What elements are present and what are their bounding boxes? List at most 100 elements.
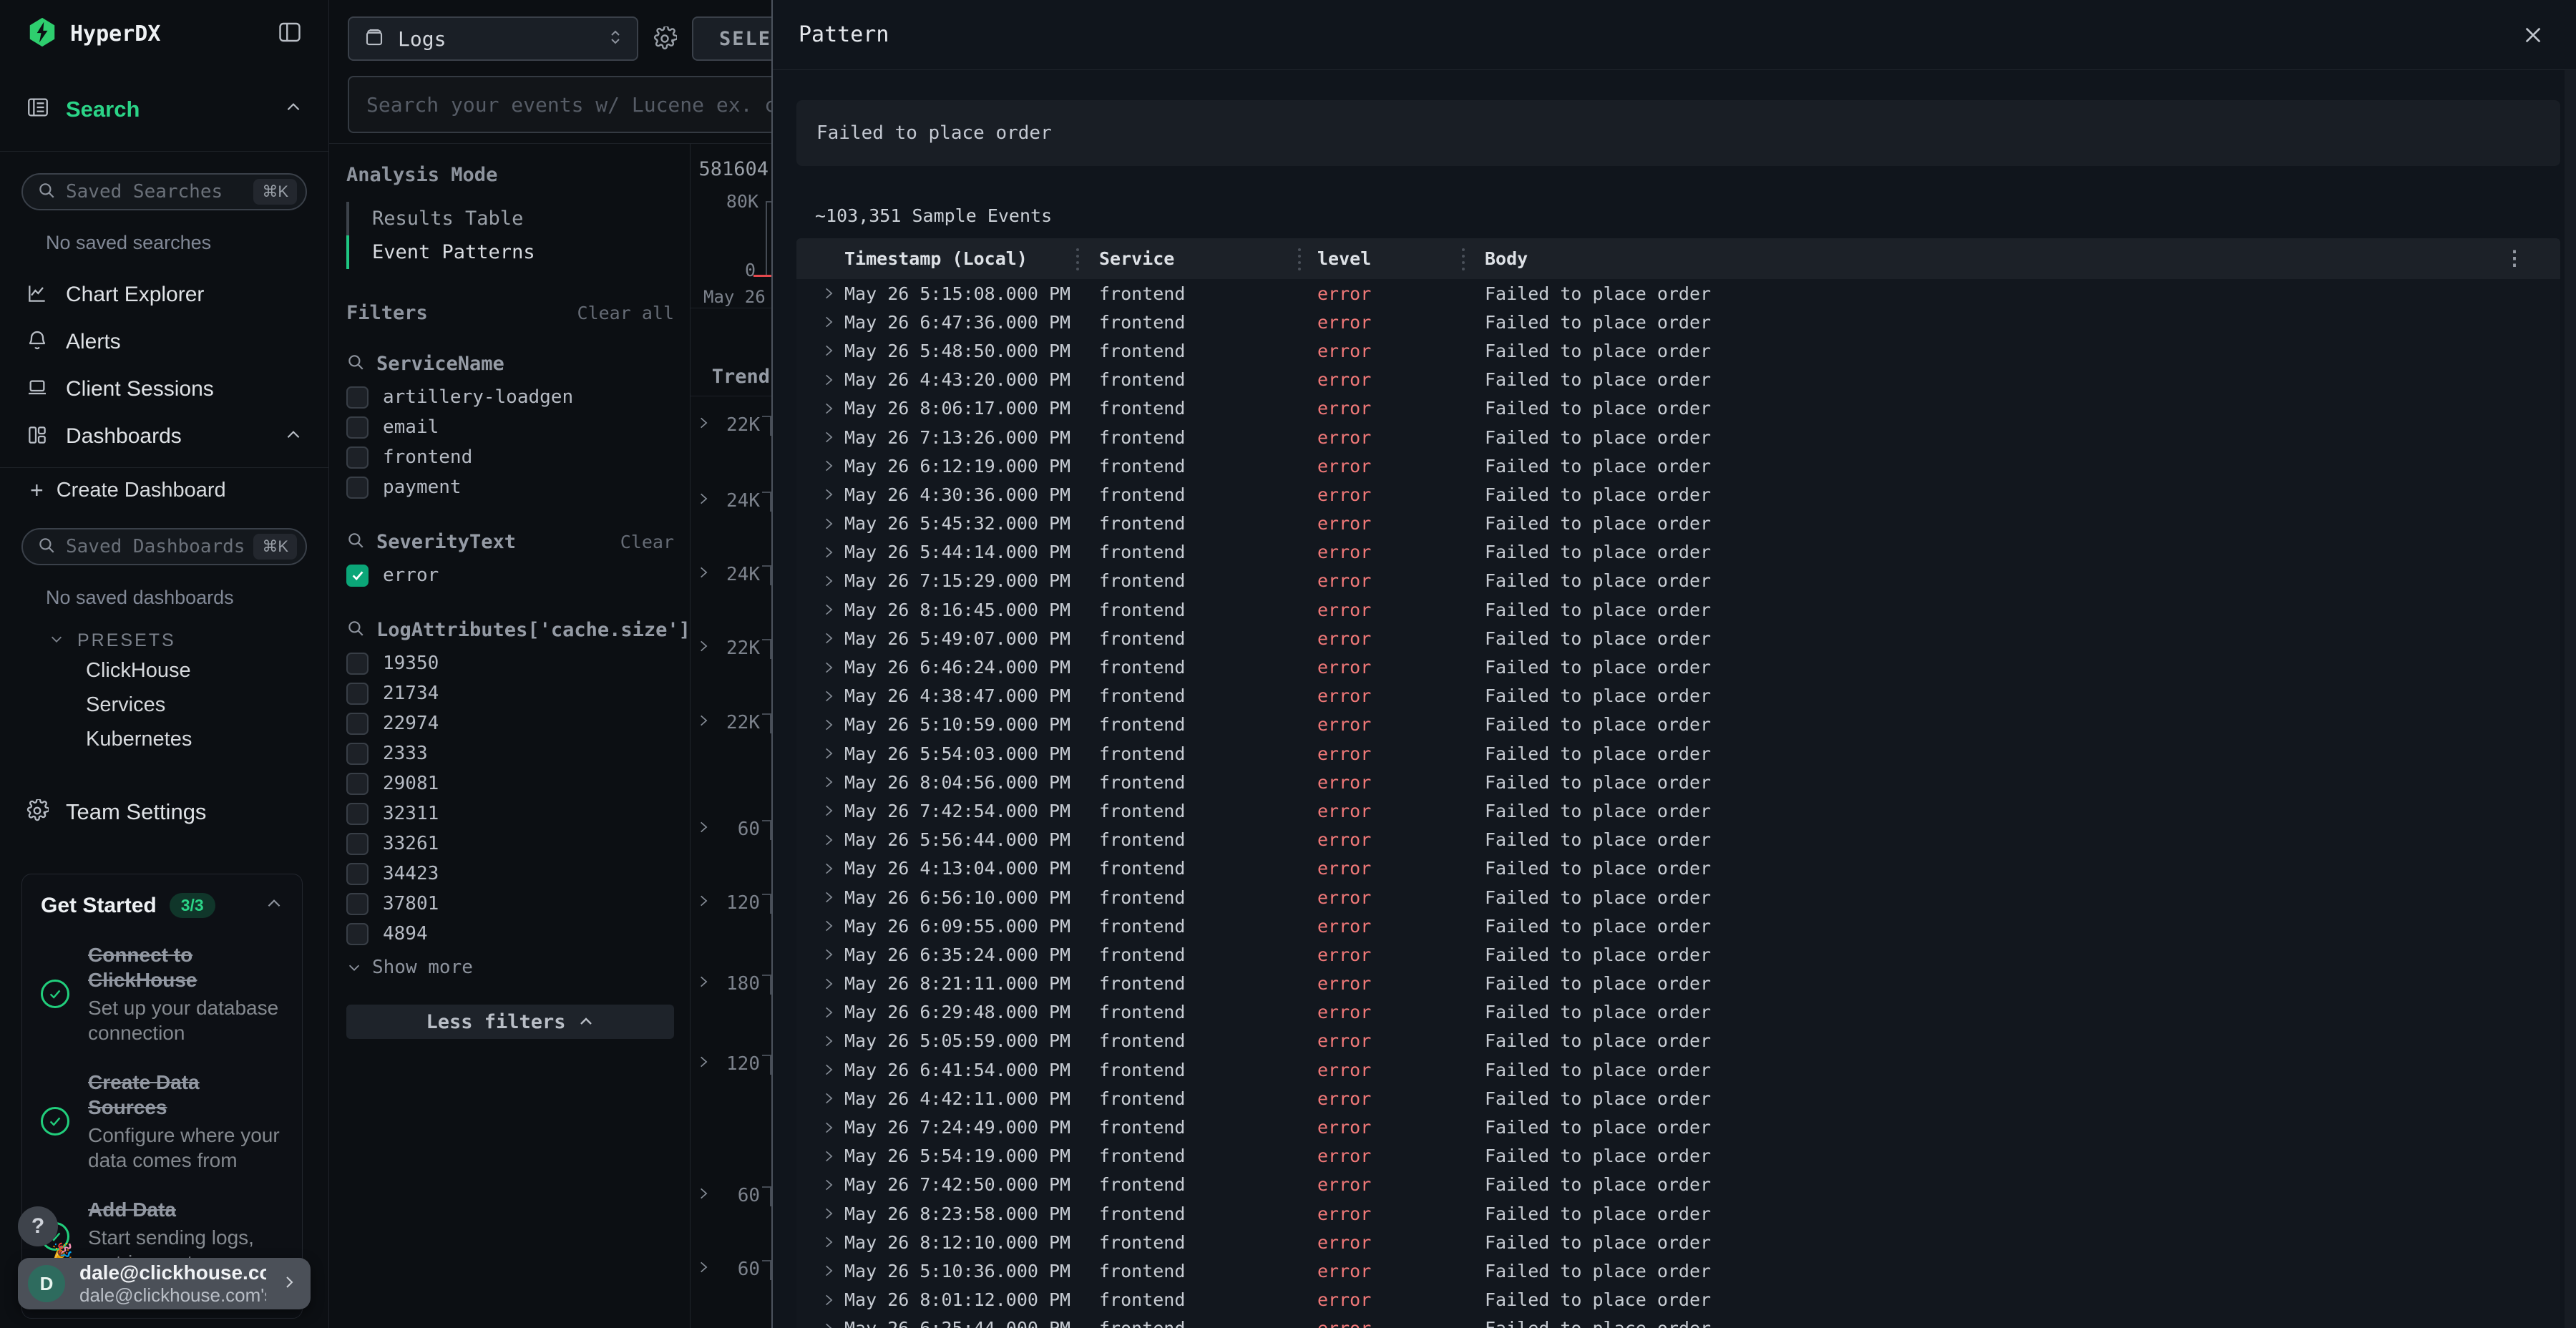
table-row[interactable]: May 26 8:01:12.000 PM frontend error Fai…: [796, 1286, 2560, 1314]
expand-chevron-icon[interactable]: [821, 1178, 844, 1192]
trend-row[interactable]: 24K: [691, 561, 771, 590]
expand-chevron-icon[interactable]: [821, 1005, 844, 1020]
table-row[interactable]: May 26 6:47:36.000 PM frontend error Fai…: [796, 308, 2560, 336]
chevron-up-icon[interactable]: [284, 426, 303, 448]
checkbox[interactable]: [346, 477, 369, 499]
expand-chevron-icon[interactable]: [696, 820, 711, 838]
filter-option-error[interactable]: error: [346, 560, 674, 590]
expand-chevron-icon[interactable]: [821, 574, 844, 588]
expand-chevron-icon[interactable]: [821, 1149, 844, 1163]
less-filters-button[interactable]: Less filters: [346, 1005, 674, 1039]
expand-chevron-icon[interactable]: [696, 565, 711, 583]
filter-option-33261[interactable]: 33261: [346, 829, 674, 859]
column-header-level[interactable]: level: [1317, 248, 1485, 269]
table-row[interactable]: May 26 7:13:26.000 PM frontend error Fai…: [796, 423, 2560, 451]
source-select[interactable]: Logs: [348, 16, 638, 61]
table-row[interactable]: May 26 8:23:58.000 PM frontend error Fai…: [796, 1199, 2560, 1228]
expand-chevron-icon[interactable]: [696, 894, 711, 912]
expand-chevron-icon[interactable]: [821, 775, 844, 789]
column-header-body[interactable]: Body: [1485, 248, 2560, 269]
expand-chevron-icon[interactable]: [696, 639, 711, 657]
expand-chevron-icon[interactable]: [821, 1293, 844, 1307]
expand-chevron-icon[interactable]: [821, 487, 844, 502]
checkbox[interactable]: [346, 416, 369, 439]
table-row[interactable]: May 26 8:06:17.000 PM frontend error Fai…: [796, 394, 2560, 423]
expand-chevron-icon[interactable]: [696, 1186, 711, 1204]
expand-chevron-icon[interactable]: [821, 1264, 844, 1278]
sidebar-item-chart-explorer[interactable]: Chart Explorer: [0, 271, 328, 318]
table-row[interactable]: May 26 4:30:36.000 PM frontend error Fai…: [796, 480, 2560, 509]
expand-chevron-icon[interactable]: [821, 517, 844, 531]
clear-all-filters-link[interactable]: Clear all: [577, 303, 674, 323]
create-dashboard-button[interactable]: + Create Dashboard: [0, 468, 328, 512]
preset-kubernetes[interactable]: Kubernetes: [0, 722, 328, 756]
expand-chevron-icon[interactable]: [821, 343, 844, 358]
expand-chevron-icon[interactable]: [821, 804, 844, 818]
expand-chevron-icon[interactable]: [821, 602, 844, 617]
table-row[interactable]: May 26 6:09:55.000 PM frontend error Fai…: [796, 912, 2560, 940]
expand-chevron-icon[interactable]: [821, 1322, 844, 1328]
collapse-sidebar-icon[interactable]: [277, 19, 303, 49]
expand-chevron-icon[interactable]: [696, 975, 711, 992]
expand-chevron-icon[interactable]: [821, 373, 844, 387]
expand-chevron-icon[interactable]: [821, 286, 844, 301]
sidebar-item-search[interactable]: Search: [0, 67, 328, 152]
sidebar-item-team-settings[interactable]: Team Settings: [0, 789, 328, 835]
filter-option-21734[interactable]: 21734: [346, 678, 674, 708]
search-icon[interactable]: [346, 619, 365, 641]
expand-chevron-icon[interactable]: [821, 1120, 844, 1135]
column-resize-handle[interactable]: [1297, 248, 1302, 270]
chevron-up-icon[interactable]: [265, 894, 283, 917]
trend-row[interactable]: 120: [691, 889, 771, 918]
table-row[interactable]: May 26 5:45:32.000 PM frontend error Fai…: [796, 509, 2560, 538]
expand-chevron-icon[interactable]: [821, 430, 844, 444]
close-icon[interactable]: [2522, 24, 2545, 47]
table-row[interactable]: May 26 8:16:45.000 PM frontend error Fai…: [796, 595, 2560, 624]
filter-option-22974[interactable]: 22974: [346, 708, 674, 738]
expand-chevron-icon[interactable]: [821, 1063, 844, 1077]
table-row[interactable]: May 26 7:42:54.000 PM frontend error Fai…: [796, 796, 2560, 825]
expand-chevron-icon[interactable]: [821, 919, 844, 933]
table-row[interactable]: May 26 5:56:44.000 PM frontend error Fai…: [796, 826, 2560, 854]
table-row[interactable]: May 26 8:04:56.000 PM frontend error Fai…: [796, 768, 2560, 796]
trend-row[interactable]: 60: [691, 816, 771, 844]
get-started-item[interactable]: Connect to ClickHouse Set up your databa…: [41, 942, 283, 1045]
checkbox[interactable]: [346, 683, 369, 705]
checkbox[interactable]: [346, 773, 369, 795]
trend-row[interactable]: 60: [691, 1256, 771, 1284]
expand-chevron-icon[interactable]: [821, 947, 844, 962]
expand-chevron-icon[interactable]: [821, 890, 844, 904]
presets-toggle[interactable]: PRESETS: [0, 628, 328, 653]
table-row[interactable]: May 26 5:05:59.000 PM frontend error Fai…: [796, 1027, 2560, 1055]
table-options-kebab-icon[interactable]: ⋮: [2504, 246, 2524, 270]
trend-row[interactable]: 180: [691, 970, 771, 999]
table-row[interactable]: May 26 5:48:50.000 PM frontend error Fai…: [796, 336, 2560, 365]
expand-chevron-icon[interactable]: [821, 833, 844, 847]
filter-option-email[interactable]: email: [346, 412, 674, 442]
help-button[interactable]: ?: [18, 1206, 58, 1246]
table-row[interactable]: May 26 5:44:14.000 PM frontend error Fai…: [796, 538, 2560, 567]
expand-chevron-icon[interactable]: [821, 977, 844, 991]
table-row[interactable]: May 26 8:12:10.000 PM frontend error Fai…: [796, 1228, 2560, 1256]
table-row[interactable]: May 26 4:13:04.000 PM frontend error Fai…: [796, 854, 2560, 883]
table-row[interactable]: May 26 6:41:54.000 PM frontend error Fai…: [796, 1055, 2560, 1084]
expand-chevron-icon[interactable]: [821, 631, 844, 645]
table-row[interactable]: May 26 5:10:59.000 PM frontend error Fai…: [796, 711, 2560, 739]
trend-row[interactable]: 22K: [691, 411, 771, 440]
expand-chevron-icon[interactable]: [821, 1091, 844, 1105]
table-row[interactable]: May 26 6:46:24.000 PM frontend error Fai…: [796, 653, 2560, 681]
expand-chevron-icon[interactable]: [821, 861, 844, 876]
filter-option-32311[interactable]: 32311: [346, 799, 674, 829]
trend-row[interactable]: 22K: [691, 635, 771, 663]
table-row[interactable]: May 26 7:42:50.000 PM frontend error Fai…: [796, 1171, 2560, 1199]
preset-services[interactable]: Services: [0, 688, 328, 722]
source-settings-gear-icon[interactable]: [653, 26, 677, 54]
checkbox[interactable]: [346, 713, 369, 735]
table-row[interactable]: May 26 8:21:11.000 PM frontend error Fai…: [796, 970, 2560, 998]
column-header-service[interactable]: Service: [1099, 248, 1317, 269]
trend-row[interactable]: 24K: [691, 487, 771, 516]
table-row[interactable]: May 26 4:38:47.000 PM frontend error Fai…: [796, 682, 2560, 711]
checkbox[interactable]: [346, 923, 369, 945]
sidebar-item-dashboards[interactable]: Dashboards: [0, 413, 328, 460]
table-row[interactable]: May 26 7:24:49.000 PM frontend error Fai…: [796, 1113, 2560, 1141]
